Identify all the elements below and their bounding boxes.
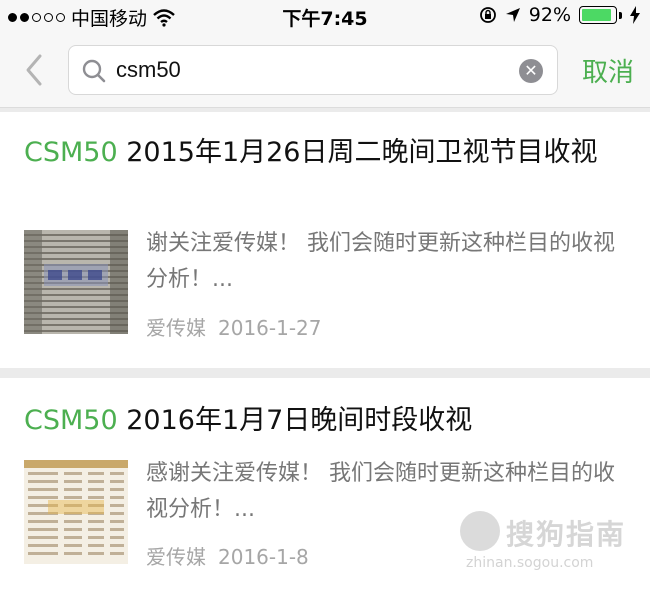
result-title-highlight: CSM50 — [24, 405, 118, 436]
search-input[interactable] — [116, 53, 506, 87]
result-title-text: 2016年1月7日晚间时段收视 — [117, 405, 473, 436]
result-title-highlight: CSM50 — [24, 137, 118, 168]
result-meta: 爱传媒 2016-1-8 — [146, 541, 309, 570]
result-title[interactable]: CSM50 2015年1月26日周二晚间卫视节目收视 — [24, 134, 624, 172]
search-result-item[interactable]: CSM50 2015年1月26日周二晚间卫视节目收视 谢关注爱传媒！ 我们会随时… — [0, 112, 650, 368]
rotation-lock-icon — [479, 7, 496, 23]
result-source: 爱传媒 — [146, 545, 206, 569]
result-title-text: 2015年1月26日周二晚间卫视节目收视 — [117, 137, 598, 168]
battery-percent: 92% — [528, 4, 571, 26]
result-source: 爱传媒 — [146, 316, 206, 340]
battery-icon — [579, 6, 622, 24]
search-box[interactable]: ✕ — [68, 45, 558, 95]
search-header: ✕ 取消 — [0, 32, 650, 108]
result-meta: 爱传媒 2016-1-27 — [146, 312, 322, 341]
result-date: 2016-1-8 — [218, 545, 309, 569]
result-snippet: 谢关注爱传媒！ 我们会随时更新这种栏目的收视分析！... — [146, 231, 615, 292]
result-title[interactable]: CSM50 2016年1月7日晚间时段收视 — [24, 402, 624, 440]
watermark-logo-icon — [460, 511, 500, 551]
watermark-url: zhinan.sogou.com — [466, 555, 594, 571]
watermark: 搜狗指南 zhinan.sogou.com — [460, 507, 630, 577]
clear-icon[interactable]: ✕ — [519, 59, 543, 83]
location-arrow-icon — [505, 8, 520, 22]
result-thumbnail[interactable] — [24, 230, 128, 334]
back-chevron-icon[interactable] — [20, 52, 50, 88]
charging-bolt-icon — [630, 6, 640, 24]
cancel-button[interactable]: 取消 — [582, 52, 634, 89]
search-icon — [82, 59, 106, 83]
status-bar: 中国移动 下午7:45 92% — [0, 0, 650, 32]
battery-fill — [582, 9, 612, 21]
status-right: 92% — [479, 4, 640, 26]
result-date: 2016-1-27 — [218, 316, 322, 340]
result-thumbnail[interactable] — [24, 460, 128, 564]
watermark-text: 搜狗指南 — [506, 518, 627, 551]
